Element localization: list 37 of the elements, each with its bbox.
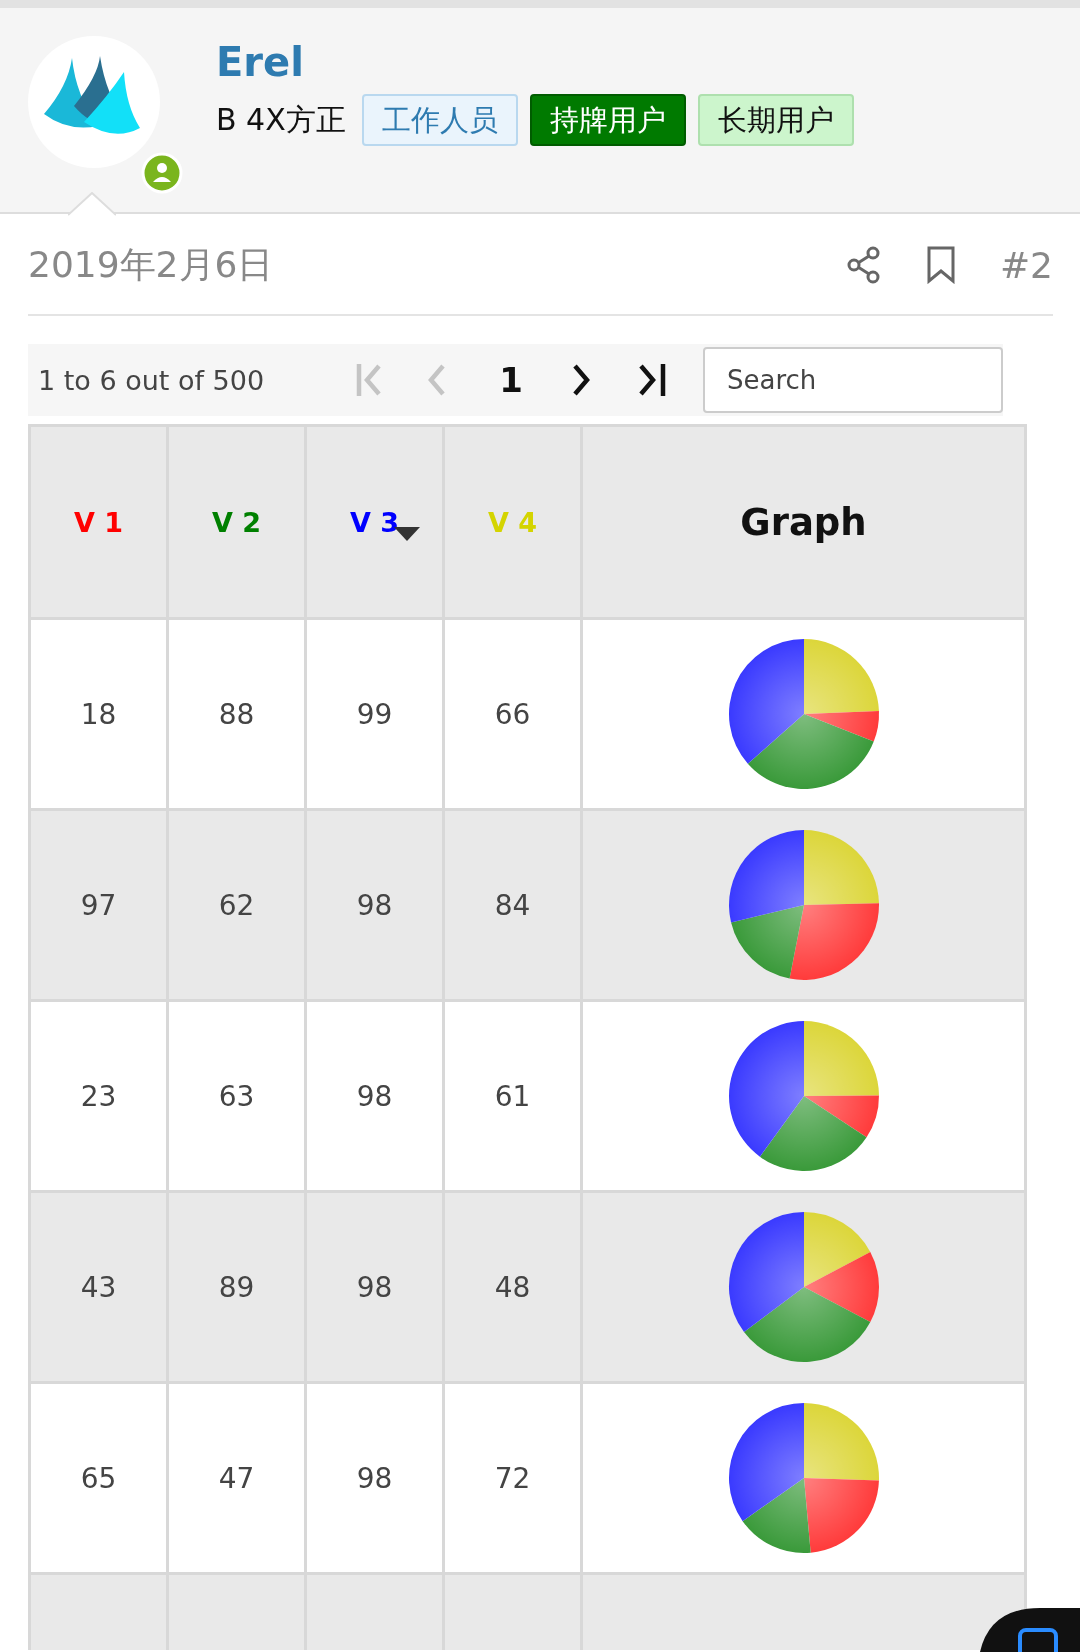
column-header[interactable]: V 2 [167,425,306,619]
table-cell: 98 [305,1000,444,1192]
column-header[interactable]: Graph [581,425,1026,619]
table-cell: 72 [443,1382,582,1574]
post-date: 2019年2月6日 [28,242,274,287]
table-cell: 62 [167,809,306,1001]
page-summary: 1 to 6 out of 500 [38,364,266,396]
table-cell: 18 [29,618,168,810]
search-field[interactable]: Search [703,347,1003,413]
table-cell: 61 [443,1000,582,1192]
post-number-link[interactable]: #2 [999,244,1053,286]
share-icon[interactable] [845,246,882,284]
table-cell: 48 [443,1191,582,1383]
table-cell: 97 [29,809,168,1001]
table-cell: 99 [305,618,444,810]
current-page[interactable]: 1 [491,360,531,400]
table-cell: 65 [29,1382,168,1574]
chat-button[interactable] [980,1608,1080,1652]
table-cell: 43 [29,1191,168,1383]
column-header[interactable]: V 3 [305,425,444,619]
user-badge: 长期用户 [697,94,854,146]
table-cell: 84 [443,809,582,1001]
username-link[interactable]: Erel [216,36,854,88]
table-cell: 23 [29,1000,168,1192]
user-badge: 工作人员 [361,94,518,146]
bookmark-icon[interactable] [925,246,956,284]
user-badge: 持牌用户 [529,94,686,146]
table-cell: 89 [167,1191,306,1383]
table-cell: 63 [167,1000,306,1192]
table-cell: 98 [305,809,444,1001]
table-cell: 98 [305,1191,444,1383]
table-cell: 98 [305,1382,444,1574]
table-cell: 47 [167,1382,306,1574]
column-header[interactable]: V 1 [29,425,168,619]
table-cell: 88 [167,618,306,810]
table-cell: 66 [443,618,582,810]
user-title: B 4X方正 [216,100,346,139]
